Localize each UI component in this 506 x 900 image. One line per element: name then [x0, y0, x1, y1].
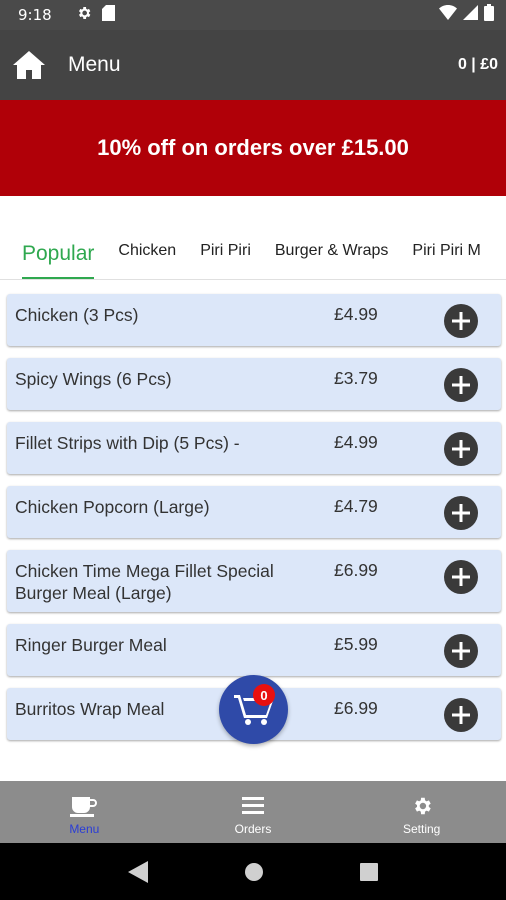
item-price: £5.99 [334, 634, 378, 654]
nav-item-orders[interactable]: Orders [169, 781, 338, 843]
menu-item[interactable]: Spicy Wings (6 Pcs) £3.79 [7, 358, 501, 410]
add-item-button[interactable] [444, 634, 478, 668]
add-item-button[interactable] [444, 698, 478, 732]
item-name: Chicken Popcorn (Large) [15, 497, 210, 517]
plus-icon [452, 568, 470, 586]
add-item-button[interactable] [444, 560, 478, 594]
recents-icon[interactable] [360, 862, 378, 881]
coffee-cup-icon [70, 797, 98, 817]
sd-card-icon [101, 4, 115, 26]
tab-piri-piri[interactable]: Piri Piri [200, 228, 251, 279]
gear-icon [414, 797, 431, 815]
item-price: £4.99 [334, 304, 378, 324]
nav-label-menu: Menu [69, 822, 100, 836]
menu-item[interactable]: Chicken Popcorn (Large) £4.79 [7, 486, 501, 538]
plus-icon [452, 376, 470, 394]
tab-popular[interactable]: Popular [22, 228, 95, 279]
cart-summary[interactable]: 0 | £0 [458, 56, 498, 74]
item-price: £6.99 [334, 698, 378, 718]
cart-fab-button[interactable]: 0 [219, 675, 288, 744]
promo-text: 10% off on orders over £15.00 [97, 135, 409, 160]
item-name: Chicken (3 Pcs) [15, 305, 139, 325]
plus-icon [452, 706, 470, 724]
app-bar: Menu 0 | £0 [0, 30, 506, 100]
battery-icon [484, 4, 494, 26]
item-name: Fillet Strips with Dip (5 Pcs) - [15, 433, 240, 453]
plus-icon [452, 642, 470, 660]
menu-item[interactable]: Chicken (3 Pcs) £4.99 [7, 294, 501, 346]
nav-label-orders: Orders [234, 822, 272, 836]
menu-item[interactable]: Chicken Time Mega Fillet Special Burger … [7, 550, 501, 612]
tab-piri-piri-more[interactable]: Piri Piri M [412, 228, 480, 279]
add-item-button[interactable] [444, 496, 478, 530]
home-icon [13, 51, 45, 79]
item-price: £3.79 [334, 368, 378, 388]
add-item-button[interactable] [444, 304, 478, 338]
status-bar: 9:18 [0, 0, 506, 30]
page-title: Menu [68, 53, 121, 76]
item-name: Spicy Wings (6 Pcs) [15, 369, 172, 389]
status-time: 9:18 [18, 6, 52, 24]
plus-icon [452, 504, 470, 522]
home-circle-icon[interactable] [244, 862, 264, 882]
promo-banner: 10% off on orders over £15.00 [0, 100, 506, 196]
cart-count-badge: 0 [253, 684, 275, 706]
plus-icon [452, 440, 470, 458]
item-price: £4.79 [334, 496, 378, 516]
category-tabs: Popular Chicken Piri Piri Burger & Wraps… [0, 228, 506, 280]
item-price: £4.99 [334, 432, 378, 452]
signal-icon [463, 5, 478, 25]
plus-icon [452, 312, 470, 330]
bottom-nav: Menu Orders Setting [0, 781, 506, 843]
item-name: Ringer Burger Meal [15, 635, 167, 655]
item-name: Chicken Time Mega Fillet Special Burger … [15, 561, 274, 603]
list-icon [242, 797, 264, 814]
app-screen: 9:18 Menu 0 | £0 10% off on orders over … [0, 0, 506, 900]
back-icon[interactable] [128, 860, 148, 883]
tab-burger-wraps[interactable]: Burger & Wraps [275, 228, 389, 279]
add-item-button[interactable] [444, 432, 478, 466]
system-nav-bar [0, 843, 506, 900]
nav-item-setting[interactable]: Setting [337, 781, 506, 843]
item-price: £6.99 [334, 560, 378, 580]
add-item-button[interactable] [444, 368, 478, 402]
menu-item[interactable]: Ringer Burger Meal £5.99 [7, 624, 501, 676]
nav-item-menu[interactable]: Menu [0, 781, 169, 843]
tab-chicken[interactable]: Chicken [118, 228, 176, 279]
home-button[interactable] [4, 40, 54, 90]
nav-label-setting: Setting [403, 822, 441, 836]
wifi-icon [439, 5, 457, 25]
menu-item[interactable]: Fillet Strips with Dip (5 Pcs) - £4.99 [7, 422, 501, 474]
settings-gear-icon [76, 5, 92, 26]
